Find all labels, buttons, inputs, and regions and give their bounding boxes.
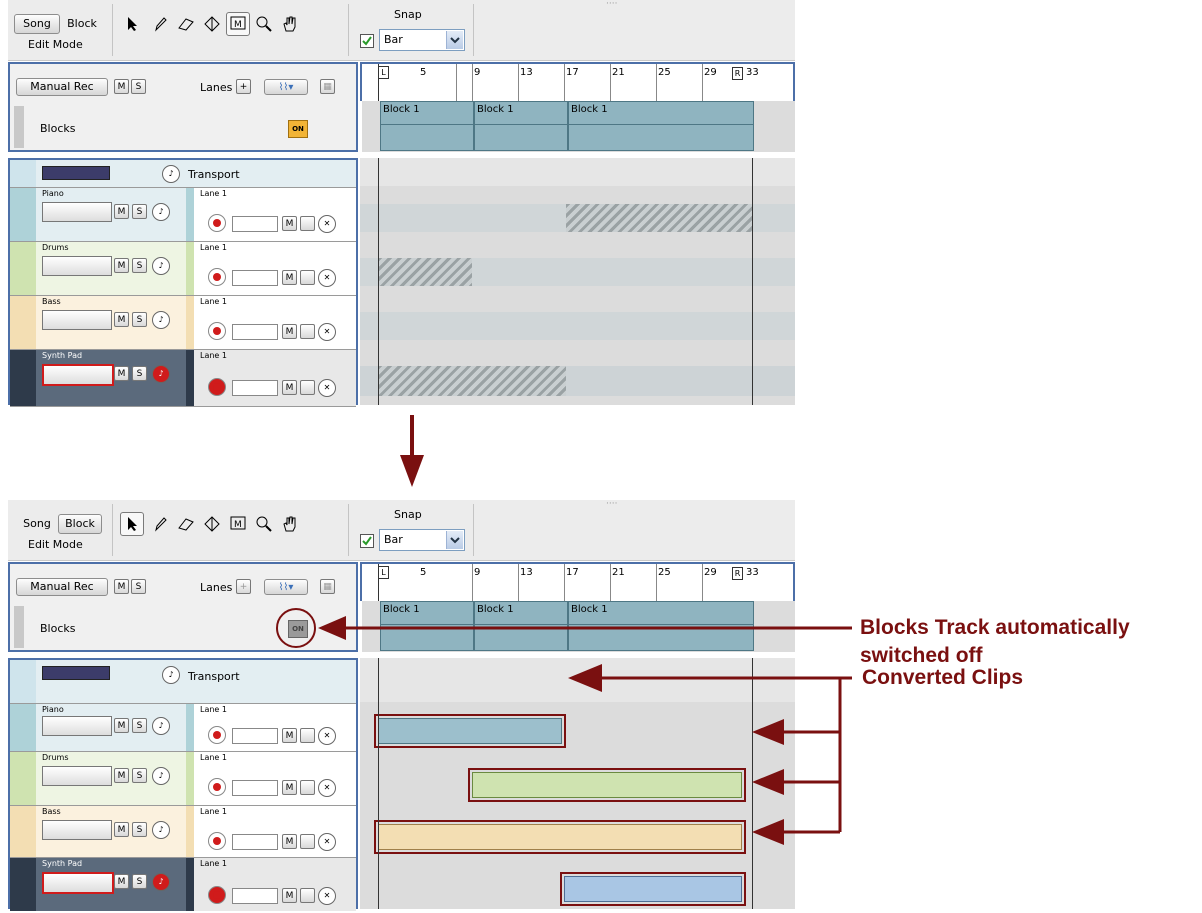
callout-arrows [318, 616, 852, 845]
converted-clips-annotation: Converted Clips [862, 666, 1024, 689]
blocks-off-pointer [318, 616, 852, 640]
blocks-off-line-1: Blocks Track automatically [860, 616, 1130, 639]
converted-clips-pointers [568, 664, 852, 845]
blocks-off-annotation: Blocks Track automatically switched off [860, 614, 1130, 670]
